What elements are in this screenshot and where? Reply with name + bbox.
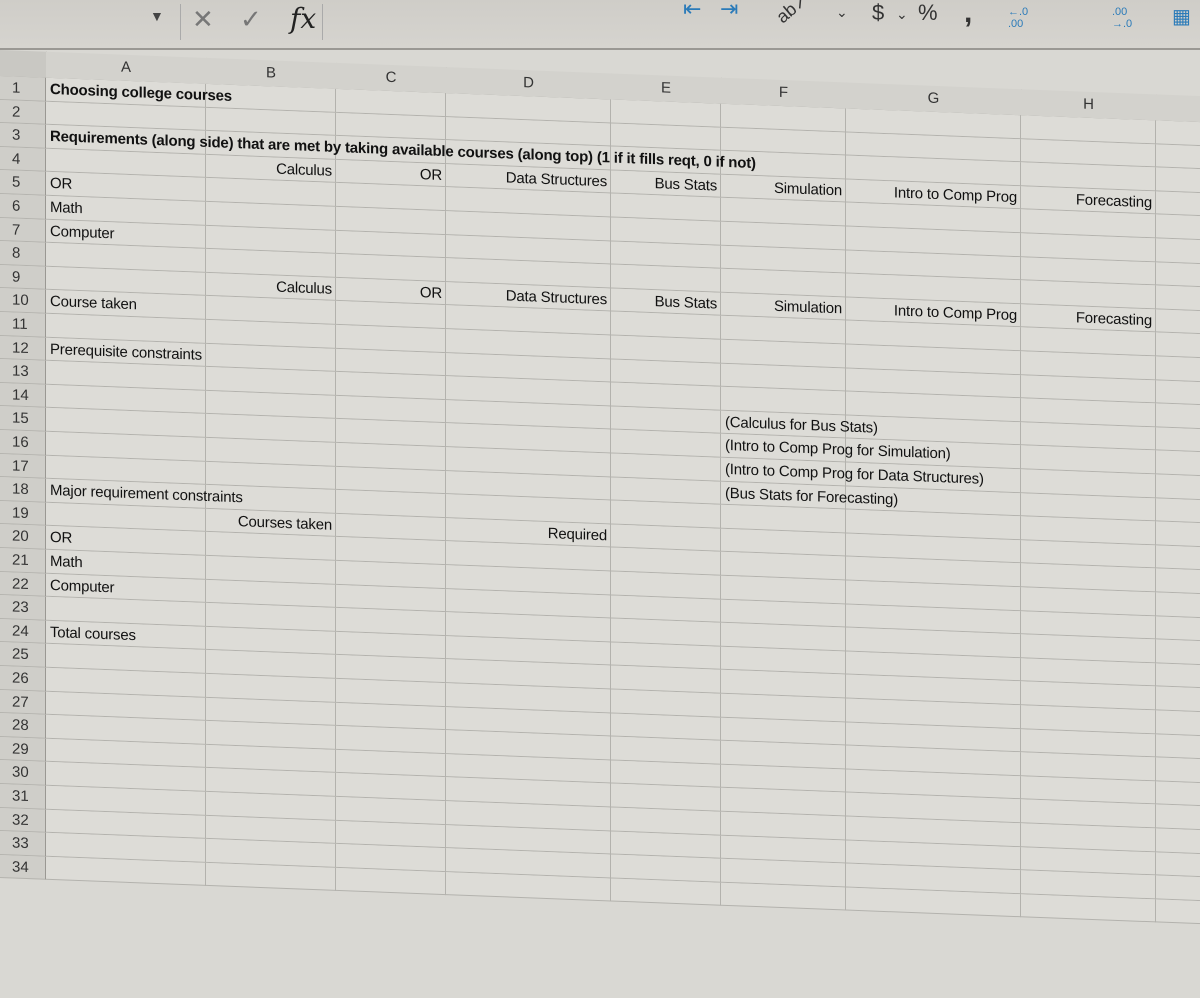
row-header-1[interactable]: 1	[0, 76, 46, 102]
row-header-19[interactable]: 19	[0, 500, 46, 527]
cell-text-a6: Math	[50, 198, 83, 218]
percent-icon[interactable]: %	[918, 0, 938, 26]
row-header-23[interactable]: 23	[0, 595, 46, 621]
cell-text-d19: Required	[547, 524, 607, 545]
name-box-dropdown-icon[interactable]: ▼	[150, 8, 164, 24]
row-header-3[interactable]: 3	[0, 123, 46, 149]
cell-b34[interactable]	[206, 862, 336, 892]
row-header-25[interactable]: 25	[0, 642, 46, 668]
cell-text-a21: Math	[50, 552, 83, 572]
currency-dropdown-icon[interactable]: ⌄	[896, 6, 908, 23]
row-header-11[interactable]: 11	[0, 312, 46, 338]
cell-d34[interactable]	[446, 871, 611, 902]
row-header-28[interactable]: 28	[0, 713, 46, 739]
toolbar-divider	[180, 4, 181, 40]
row-header-21[interactable]: 21	[0, 548, 46, 574]
row-header-9[interactable]: 9	[0, 264, 46, 291]
cell-e34[interactable]	[611, 878, 721, 907]
cell-text-h4: Forecasting	[1075, 191, 1152, 212]
row-header-13[interactable]: 13	[0, 359, 46, 385]
row-header-6[interactable]: 6	[0, 194, 46, 220]
row-header-7[interactable]: 7	[0, 217, 46, 243]
cell-text-b4: Calculus	[276, 160, 332, 180]
cell-text-a7: Computer	[50, 222, 115, 242]
cell-text-a24: Total courses	[50, 623, 136, 645]
cell-text-f9: Simulation	[773, 297, 842, 318]
row-header-26[interactable]: 26	[0, 666, 46, 692]
increase-indent-icon[interactable]: ⇥	[720, 0, 738, 22]
cell-c34[interactable]	[336, 867, 446, 896]
cell-text-b19: Courses taken	[237, 512, 332, 534]
row-header-34[interactable]: 34	[0, 854, 46, 881]
row-header-8[interactable]: 8	[0, 241, 46, 267]
cell-text-c9: OR	[419, 283, 442, 302]
row-header-5[interactable]: 5	[0, 170, 46, 196]
insert-function-icon[interactable]: fx	[290, 2, 316, 35]
row-header-29[interactable]: 29	[0, 736, 46, 763]
row-header-17[interactable]: 17	[0, 453, 46, 479]
cell-h34[interactable]	[1021, 894, 1156, 923]
cell-text-c4: OR	[419, 165, 442, 184]
cancel-icon[interactable]: ✕	[192, 4, 214, 35]
row-header-15[interactable]: 15	[0, 406, 46, 432]
row-header-10[interactable]: 10	[0, 288, 46, 314]
row-header-14[interactable]: 14	[0, 382, 46, 409]
cell-text-h9: Forecasting	[1075, 309, 1152, 330]
row-header-30[interactable]: 30	[0, 760, 46, 786]
comma-style-icon[interactable]: ,	[964, 0, 972, 30]
cell-text-a10: Course taken	[50, 293, 137, 314]
cell-a34[interactable]	[46, 856, 206, 887]
cell-text-a20: OR	[50, 529, 73, 548]
select-all-corner[interactable]	[0, 50, 47, 79]
spreadsheet-grid[interactable]: ABCDEFGHI1234567891011121314151617181920…	[0, 50, 1200, 998]
row-header-22[interactable]: 22	[0, 571, 46, 597]
orientation-icon[interactable]: ab↗	[772, 0, 812, 28]
row-header-4[interactable]: 4	[0, 146, 46, 173]
row-header-27[interactable]: 27	[0, 689, 46, 715]
cell-text-b9: Calculus	[276, 278, 332, 298]
conditional-format-icon[interactable]: ▦	[1172, 4, 1191, 29]
row-header-2[interactable]: 2	[0, 99, 46, 125]
row-header-18[interactable]: 18	[0, 477, 46, 503]
toolbar-divider	[322, 4, 323, 40]
row-header-31[interactable]: 31	[0, 784, 46, 810]
row-header-16[interactable]: 16	[0, 430, 46, 456]
row-header-20[interactable]: 20	[0, 524, 46, 550]
cell-text-e9: Bus Stats	[654, 292, 717, 313]
row-header-32[interactable]: 32	[0, 807, 46, 833]
currency-icon[interactable]: $	[872, 0, 884, 26]
row-header-33[interactable]: 33	[0, 831, 46, 857]
row-header-12[interactable]: 12	[0, 335, 46, 361]
cell-i34[interactable]	[1156, 899, 1200, 927]
cell-text-e4: Bus Stats	[654, 174, 717, 195]
increase-decimal-icon[interactable]: ←.0 .00	[1008, 6, 1038, 30]
decrease-decimal-icon[interactable]: .00 →.0	[1112, 6, 1142, 30]
decrease-indent-icon[interactable]: ⇤	[683, 0, 701, 22]
cell-text-a22: Computer	[50, 576, 115, 596]
cell-text-a5: OR	[50, 175, 73, 194]
row-header-24[interactable]: 24	[0, 618, 46, 645]
cell-text-f4: Simulation	[773, 179, 842, 200]
formula-toolbar: ▼ ✕ ✓ fx ⇤ ⇥ ab↗ ⌄ $ ⌄ % , ←.0 .00 .00 →…	[0, 0, 1200, 50]
cell-f34[interactable]	[721, 882, 846, 911]
orientation-dropdown-icon[interactable]: ⌄	[836, 4, 848, 21]
enter-icon[interactable]: ✓	[240, 4, 262, 35]
